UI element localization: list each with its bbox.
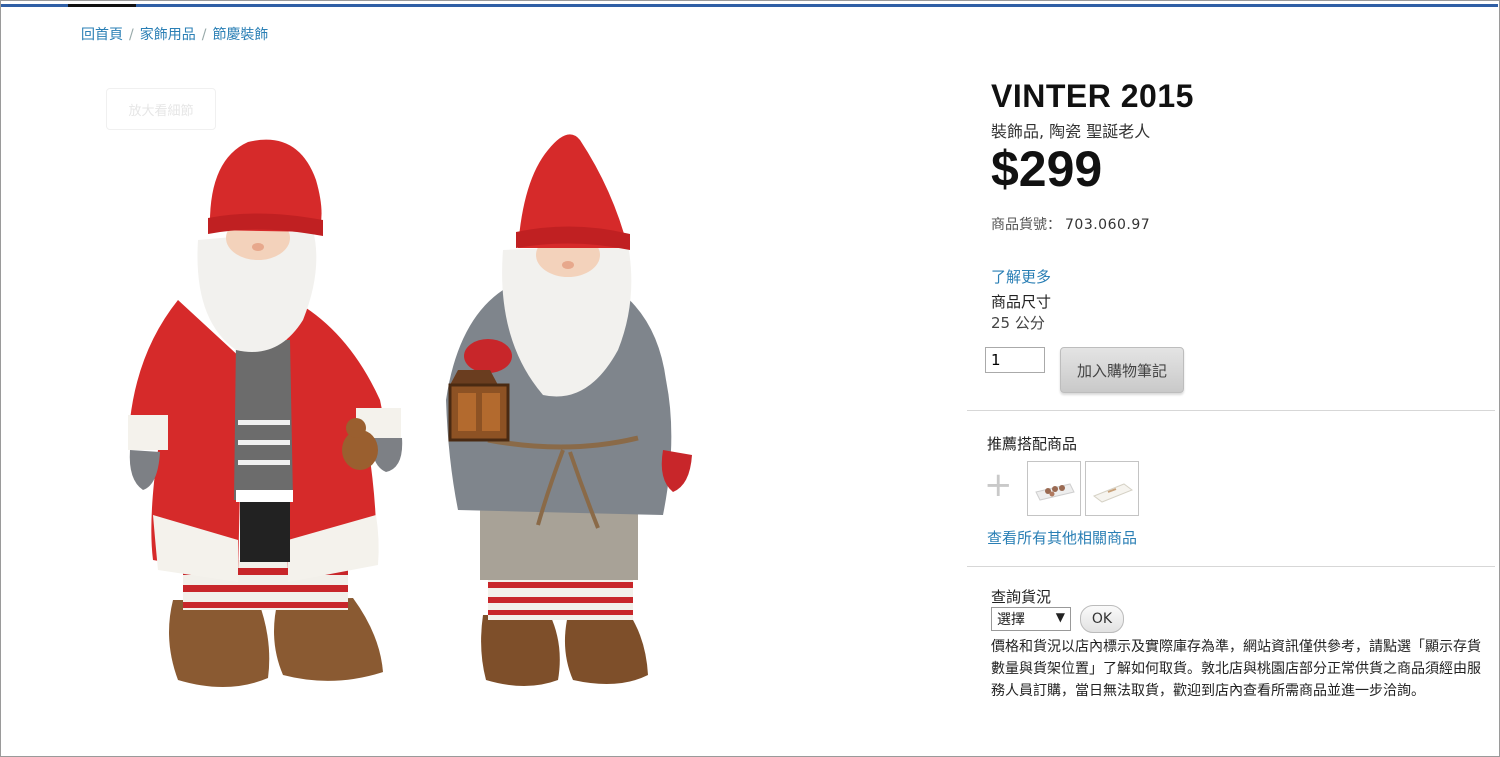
article-number: 703.060.97 (1065, 217, 1151, 233)
grey-santa-figure (446, 134, 692, 686)
breadcrumb: 回首頁 / 家飾用品 / 節慶裝飾 (81, 24, 268, 44)
breadcrumb-separator: / (129, 27, 134, 43)
stock-check-title: 查詢貨況 (991, 588, 1052, 606)
top-accent-marker (68, 4, 136, 7)
product-description: 裝飾品, 陶瓷 聖誕老人 (991, 122, 1151, 141)
paper-napkin-thumb[interactable] (1085, 461, 1139, 516)
recommended-products-title: 推薦搭配商品 (987, 435, 1078, 453)
quantity-input[interactable] (985, 347, 1045, 373)
dimension-value: 25 公分 (991, 314, 1045, 332)
dropdown-arrow-icon: ▼ (1055, 610, 1065, 624)
stock-disclaimer: 價格和貨況以店內標示及實際庫存為準，網站資訊僅供參考，請點選「顯示存貨數量與貨架… (991, 639, 1481, 699)
add-to-shopping-list-button[interactable]: 加入購物筆記 (1060, 347, 1184, 393)
product-price: $299 (991, 141, 1103, 197)
section-divider (967, 566, 1495, 567)
tray-with-cones-thumb[interactable] (1027, 461, 1081, 516)
breadcrumb-home-decor[interactable]: 家飾用品 (140, 27, 196, 43)
section-divider (967, 410, 1495, 411)
store-select[interactable]: 選擇 ▼ (991, 607, 1071, 631)
ok-button[interactable]: OK (1080, 605, 1124, 633)
santa-figurines-image (128, 134, 692, 688)
breadcrumb-separator: / (201, 27, 207, 43)
dimension-label: 商品尺寸 (991, 293, 1052, 311)
breadcrumb-home[interactable]: 回首頁 (81, 27, 123, 43)
article-number-label: 商品貨號： (991, 217, 1061, 233)
view-related-products-link[interactable]: 查看所有其他相關商品 (987, 527, 1137, 548)
learn-more-link[interactable]: 了解更多 (991, 266, 1051, 287)
red-santa-figure (128, 139, 403, 688)
product-title: VINTER 2015 (991, 78, 1194, 114)
plus-icon: + (984, 465, 1013, 505)
top-accent-bar (1, 4, 1498, 7)
breadcrumb-festive-decor[interactable]: 節慶裝飾 (212, 27, 268, 43)
store-select-value: 選擇 (997, 612, 1025, 628)
article-number-row: 商品貨號： 703.060.97 (991, 214, 1150, 234)
